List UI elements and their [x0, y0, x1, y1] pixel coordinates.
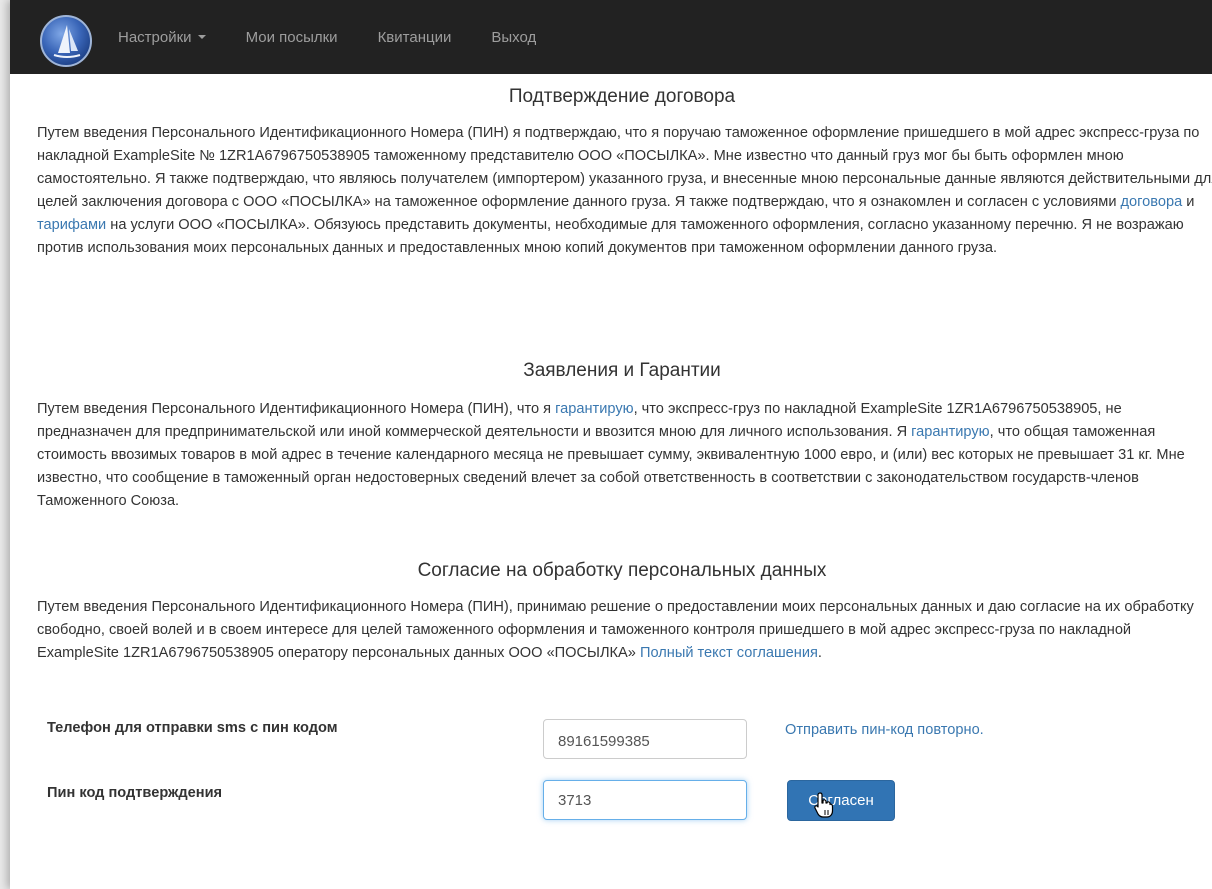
contract-link[interactable]: договора [1121, 194, 1183, 210]
caret-down-icon [197, 35, 206, 39]
nav-settings-dropdown[interactable]: Настройки [118, 29, 206, 46]
tariffs-link[interactable]: тарифами [37, 217, 106, 233]
section-title-contract: Подтверждение договора [508, 86, 736, 107]
consent-text-b: . [817, 645, 822, 661]
nav-settings-label: Настройки [118, 28, 192, 46]
agree-button[interactable]: Согласен [787, 780, 895, 821]
phone-label: Телефон для отправки sms с пин кодом [47, 720, 338, 736]
contract-text-a: Путем введения Персонального Идентификац… [37, 125, 1212, 210]
nav-my-parcels[interactable]: Мои посылки [246, 29, 338, 46]
contract-text-c: на услуги ООО «ПОСЫЛКА». Обязуюсь предст… [37, 217, 1184, 256]
pin-label: Пин код подтверждения [47, 785, 223, 801]
nav-logout[interactable]: Выход [491, 29, 536, 46]
guarantee-link-1[interactable]: гарантирую [555, 401, 633, 417]
sail-logo-icon [53, 25, 81, 58]
resend-pin-link[interactable]: Отправить пин-код повторно. [785, 722, 984, 738]
contract-paragraph: Путем введения Персонального Идентификац… [37, 122, 1212, 260]
full-agreement-link[interactable]: Полный текст соглашения [640, 645, 818, 661]
contract-text-b: и [1182, 194, 1195, 210]
nav-menu: Настройки Мои посылки Квитанции Выход [118, 0, 576, 74]
guarantees-text-a: Путем введения Персонального Идентификац… [37, 401, 556, 417]
site-logo[interactable] [40, 15, 92, 67]
pin-field[interactable]: 3713 [543, 780, 747, 820]
consent-paragraph: Путем введения Персонального Идентификац… [37, 596, 1212, 665]
section-title-guarantees: Заявления и Гарантии [523, 360, 721, 381]
section-title-consent: Согласие на обработку персональных данны… [417, 560, 827, 581]
nav-receipts[interactable]: Квитанции [378, 29, 452, 46]
consent-text-a: Путем введения Персонального Идентификац… [37, 599, 1194, 661]
browser-page: Настройки Мои посылки Квитанции Выход По… [10, 0, 1212, 889]
hand-cursor-icon [814, 792, 834, 818]
phone-field[interactable]: 89161599385 [543, 719, 747, 759]
guarantees-paragraph: Путем введения Персонального Идентификац… [37, 398, 1197, 513]
navbar: Настройки Мои посылки Квитанции Выход [10, 0, 1212, 74]
guarantee-link-2[interactable]: гарантирую [911, 424, 989, 440]
